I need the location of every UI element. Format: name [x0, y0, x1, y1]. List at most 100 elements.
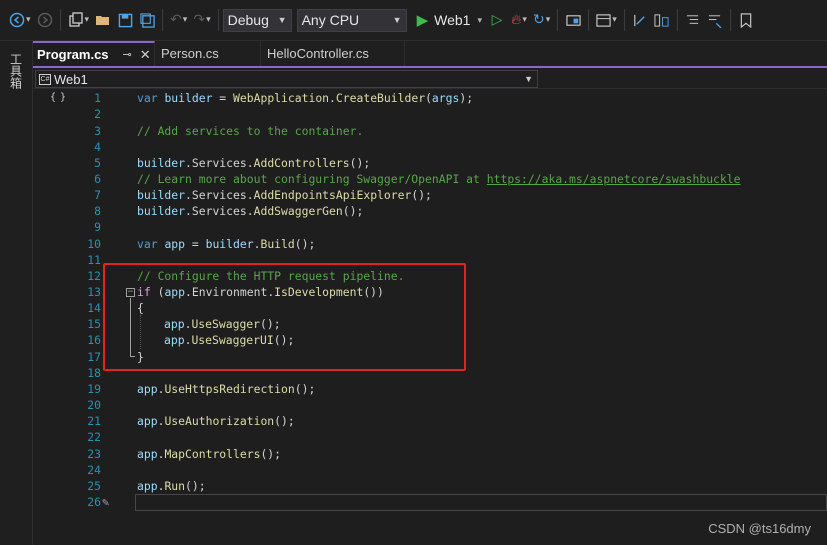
tab-person-cs[interactable]: Person.cs	[155, 41, 261, 66]
code-line: 24	[33, 462, 827, 478]
tab-label: Program.cs	[37, 47, 109, 62]
comment-lines-icon[interactable]	[682, 7, 704, 33]
platform-select[interactable]: Any CPU ▼	[296, 8, 407, 32]
code-line: 9	[33, 219, 827, 235]
code-line: 4	[33, 139, 827, 155]
toolbar-separator	[162, 9, 164, 31]
line-number: 11	[87, 253, 101, 267]
line-number: 14	[87, 301, 101, 315]
code-editor[interactable]: { } 1 var builder = WebApplication.Create…	[33, 89, 827, 545]
toolbar-separator	[623, 9, 625, 31]
line-number: 12	[87, 269, 101, 283]
line-number: 25	[87, 479, 101, 493]
code-line: 25 app.Run();	[33, 478, 827, 494]
navigation-bar: C# Web1 ▼	[33, 69, 827, 89]
line-number: 1	[94, 91, 101, 105]
navigate-forward-icon[interactable]	[34, 7, 56, 33]
platform-value: Any CPU	[301, 12, 360, 28]
toolbar-separator	[59, 9, 61, 31]
line-number: 18	[87, 366, 101, 380]
chevron-down-icon: ▼	[524, 74, 533, 84]
code-line: 3 // Add services to the container.	[33, 123, 827, 139]
window-layout-icon[interactable]: ▾	[593, 7, 620, 33]
code-text: app.UseAuthorization();	[137, 414, 295, 428]
code-text: // Learn more about configuring Swagger/…	[137, 172, 741, 186]
line-number: 6	[94, 172, 101, 186]
step-icon[interactable]	[629, 7, 651, 33]
code-line: 1 var builder = WebApplication.CreateBuil…	[33, 90, 827, 106]
redo-icon[interactable]: ↷ ▾	[190, 7, 213, 33]
tab-program-cs[interactable]: Program.cs ⊸ ✕	[33, 41, 155, 66]
annotation-highlight-box	[103, 263, 466, 371]
code-text: var builder = WebApplication.CreateBuild…	[137, 91, 474, 105]
start-without-debugging-icon[interactable]: ▷	[486, 7, 508, 33]
line-number: 7	[94, 188, 101, 202]
code-line: 6 // Learn more about configuring Swagger…	[33, 171, 827, 187]
navigate-back-icon[interactable]: ▾	[6, 7, 34, 33]
chevron-down-icon: ▼	[277, 15, 287, 25]
bookmark-icon[interactable]	[735, 7, 757, 33]
code-text: var app = builder.Build();	[137, 237, 316, 251]
save-all-icon[interactable]	[136, 7, 158, 33]
play-icon: ▶	[416, 12, 429, 29]
tab-hellocontroller-cs[interactable]: HelloController.cs	[261, 41, 405, 66]
code-text: builder.Services.AddSwaggerGen();	[137, 204, 364, 218]
configuration-select[interactable]: Debug ▼	[222, 8, 292, 32]
open-folder-icon[interactable]	[92, 7, 114, 33]
watermark: CSDN @ts16dmy	[708, 521, 811, 536]
line-number: 22	[87, 430, 101, 444]
line-number: 16	[87, 333, 101, 347]
outline-icon[interactable]	[651, 7, 673, 33]
code-line: 22	[33, 429, 827, 445]
code-line: 10 var app = builder.Build();	[33, 236, 827, 252]
toolbar-separator	[217, 9, 219, 31]
code-line: 21 app.UseAuthorization();	[33, 413, 827, 429]
code-text: builder.Services.AddEndpointsApiExplorer…	[137, 188, 432, 202]
code-line: 5 builder.Services.AddControllers();	[33, 155, 827, 171]
line-number: 21	[87, 414, 101, 428]
code-line: 19 app.UseHttpsRedirection();	[33, 381, 827, 397]
code-line: 23 app.MapControllers();	[33, 446, 827, 462]
line-number: 10	[87, 237, 101, 251]
line-number: 26	[87, 495, 101, 509]
current-line-indicator	[135, 494, 827, 511]
line-number: 2	[94, 107, 101, 121]
toolbar-separator	[676, 9, 678, 31]
code-cleanup-icon[interactable]: ✎	[102, 495, 109, 509]
pin-icon[interactable]: ⊸	[123, 48, 132, 61]
code-text: app.UseHttpsRedirection();	[137, 382, 316, 396]
run-target-label: Web1	[434, 12, 471, 28]
code-text: app.Run();	[137, 479, 206, 493]
start-debugging-button[interactable]: ▶ Web1 ▾	[413, 11, 486, 29]
code-line: 2	[33, 106, 827, 122]
code-line: 8 builder.Services.AddSwaggerGen();	[33, 203, 827, 219]
line-number: 4	[94, 140, 101, 154]
code-text: app.MapControllers();	[137, 447, 282, 461]
line-number: 9	[94, 220, 101, 234]
line-number: 17	[87, 350, 101, 364]
left-tool-strip: 工具箱	[0, 41, 33, 545]
configuration-value: Debug	[227, 12, 269, 28]
hot-reload-icon[interactable]: 🔥︎ ▾	[508, 7, 530, 33]
new-project-icon[interactable]: ▾	[65, 7, 93, 33]
uncomment-lines-icon[interactable]	[704, 7, 726, 33]
browse-icon[interactable]	[562, 7, 584, 33]
save-icon[interactable]	[114, 7, 136, 33]
line-number: 19	[87, 382, 101, 396]
tab-label: HelloController.cs	[267, 46, 369, 61]
line-number: 23	[87, 447, 101, 461]
tab-label: Person.cs	[161, 46, 219, 61]
code-comment: // Add services to the container.	[137, 124, 364, 138]
line-number: 3	[94, 124, 101, 138]
swashbuckle-link[interactable]: https://aka.ms/aspnetcore/swashbuckle	[487, 172, 741, 186]
toolbox-tab[interactable]: 工具箱	[7, 47, 25, 95]
close-icon[interactable]: ✕	[140, 47, 151, 63]
refresh-icon[interactable]: ↻ ▾	[530, 7, 553, 33]
project-scope-select[interactable]: C# Web1 ▼	[35, 70, 538, 88]
project-scope-value: Web1	[54, 71, 88, 87]
code-line: 7 builder.Services.AddEndpointsApiExplore…	[33, 187, 827, 203]
undo-icon[interactable]: ↶ ▾	[167, 7, 190, 33]
toolbar-separator	[557, 9, 559, 31]
document-tabs: Program.cs ⊸ ✕ Person.cs HelloController…	[33, 41, 827, 68]
code-text: builder.Services.AddControllers();	[137, 156, 371, 170]
